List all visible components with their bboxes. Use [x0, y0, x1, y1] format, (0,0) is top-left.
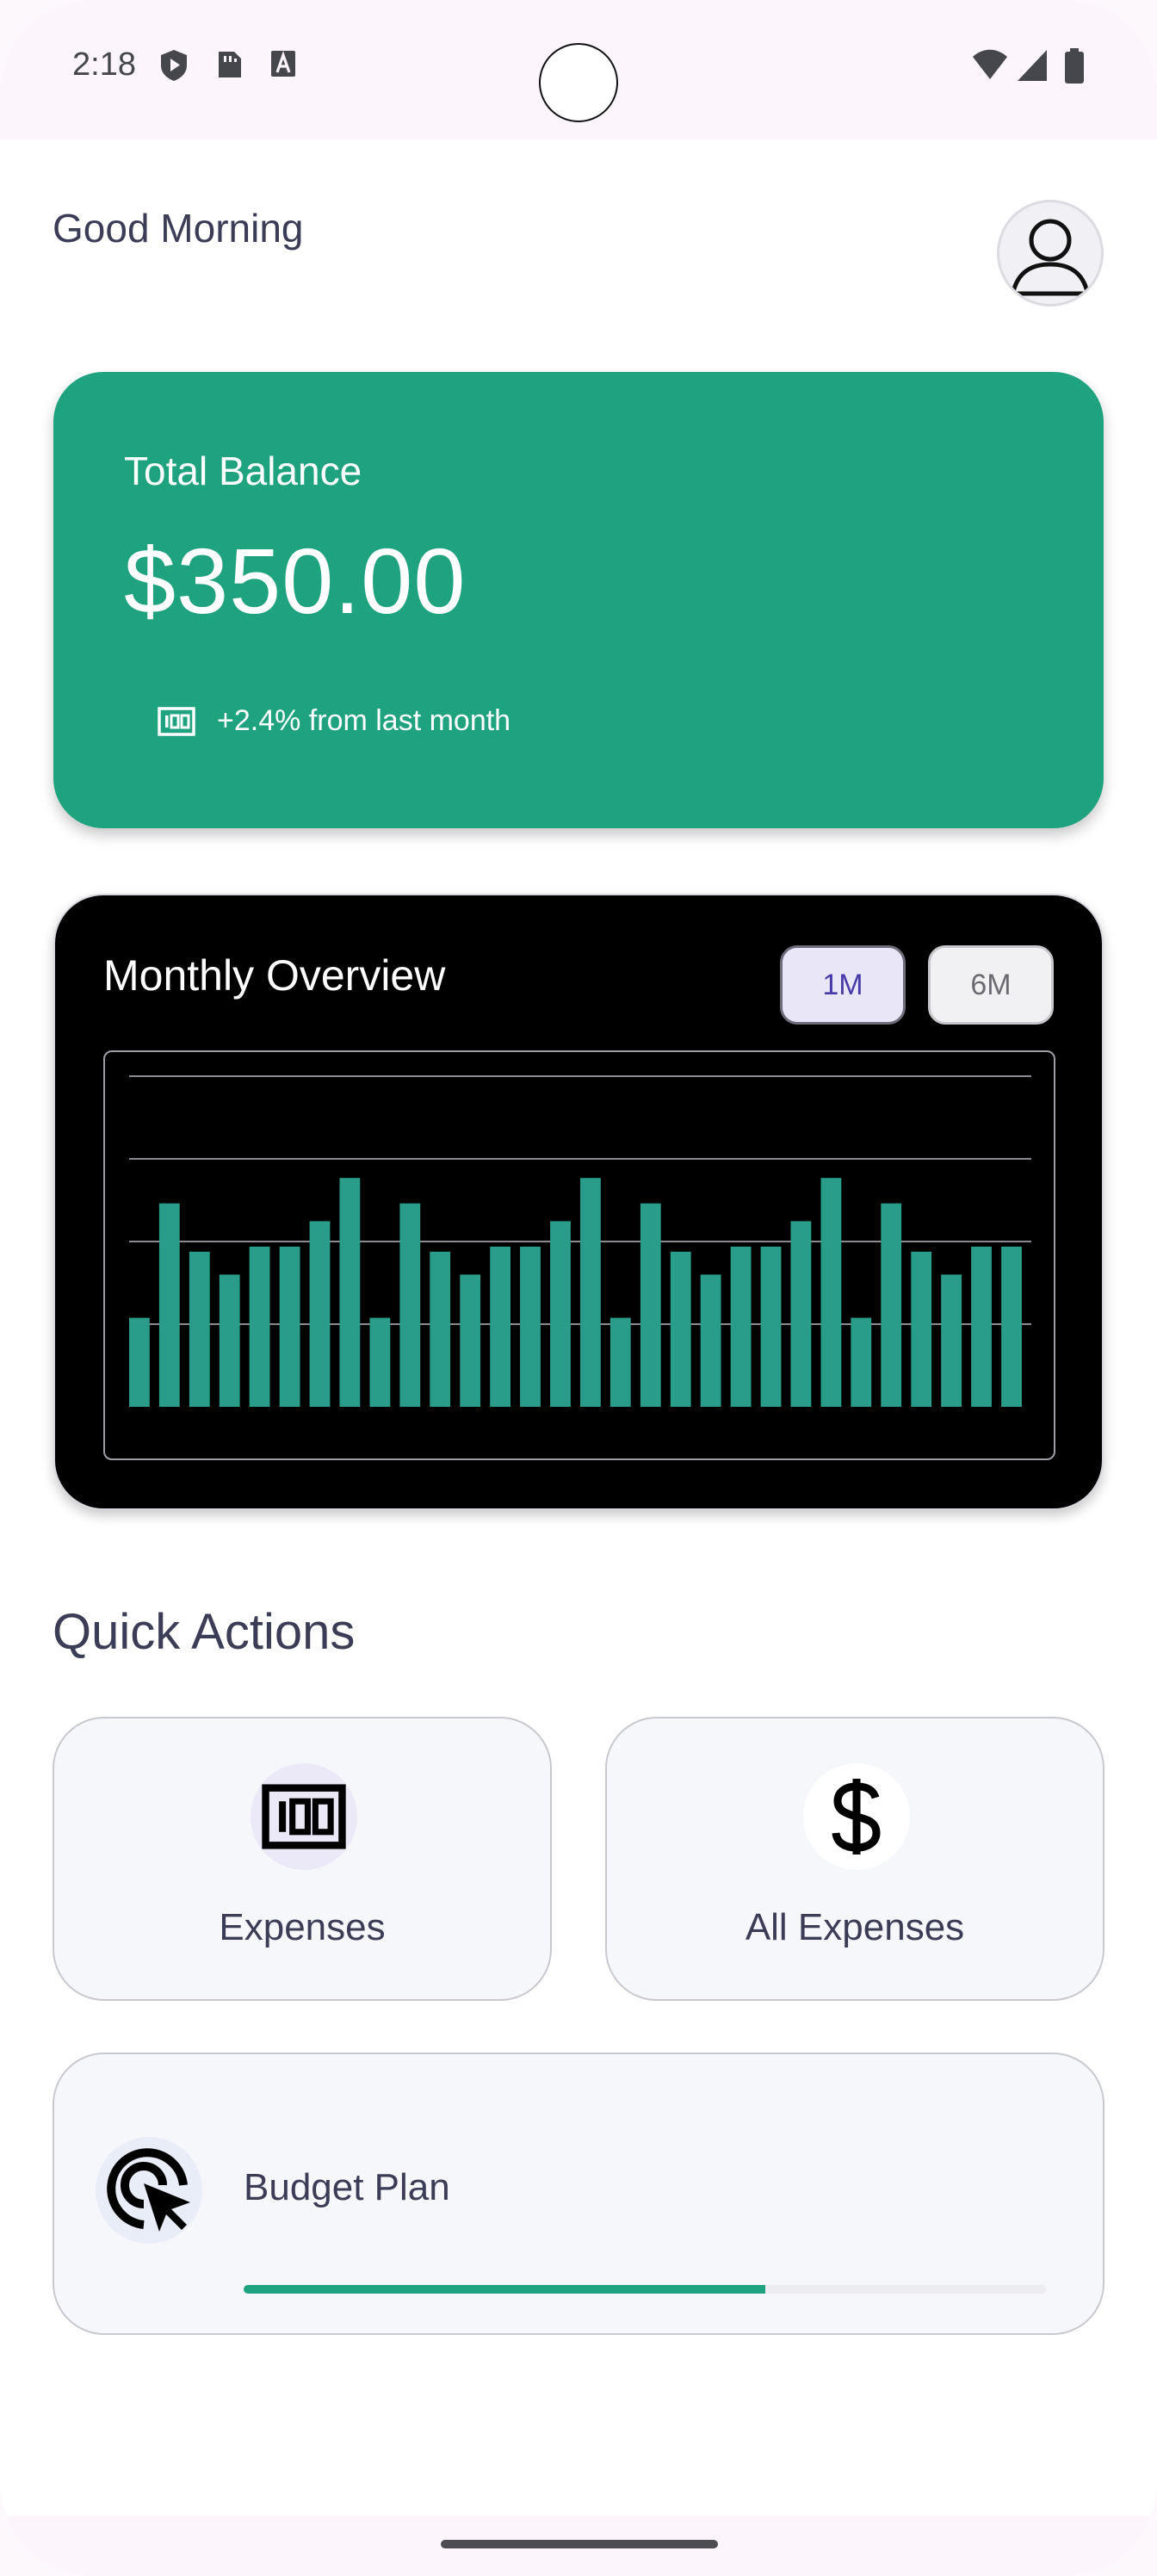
expenses-label: Expenses	[219, 1906, 386, 1948]
chart-bar[interactable]	[580, 1178, 601, 1407]
person-icon	[1011, 219, 1090, 296]
chart-bar[interactable]	[700, 1274, 721, 1407]
range-1m-button[interactable]: 1M	[780, 945, 906, 1025]
money-100-icon	[262, 1784, 346, 1849]
chart-bar[interactable]	[249, 1246, 270, 1407]
chart-bar[interactable]	[820, 1178, 842, 1407]
quick-actions-title: Quick Actions	[53, 1604, 356, 1660]
balance-amount: $350.00	[124, 529, 467, 633]
range-6m-button[interactable]: 6M	[928, 945, 1054, 1025]
expenses-icon-circle	[251, 1763, 357, 1870]
greeting-text: Good Morning	[53, 206, 304, 251]
chart-bar[interactable]	[730, 1246, 752, 1407]
chart-bar[interactable]	[279, 1246, 300, 1407]
chart-bar[interactable]	[520, 1246, 541, 1407]
chart-bar[interactable]	[129, 1317, 150, 1407]
chart-bar[interactable]	[339, 1178, 361, 1407]
trend-text: +2.4% from last month	[217, 704, 511, 737]
money-100-icon	[158, 707, 195, 736]
chart-bar[interactable]	[941, 1274, 962, 1407]
monthly-overview-card: Monthly Overview 1M 6M	[53, 894, 1104, 1510]
chart-bar[interactable]	[460, 1274, 481, 1407]
wifi-icon	[973, 49, 1007, 79]
app-screen: 2:18 Good Morning Total Balance $350.00 …	[0, 0, 1157, 2576]
chart-bar[interactable]	[189, 1251, 210, 1407]
shield-play-icon	[161, 50, 187, 81]
budget-progress-track	[244, 2285, 1046, 2294]
chart-bar[interactable]	[911, 1251, 932, 1407]
camera-cutout	[539, 43, 618, 122]
chart-bar[interactable]	[670, 1251, 691, 1407]
expenses-card[interactable]: Expenses	[53, 1717, 552, 2001]
chart-bar[interactable]	[309, 1221, 331, 1407]
status-time: 2:18	[72, 46, 136, 83]
chart-bar[interactable]	[158, 1203, 180, 1407]
avatar-button[interactable]	[997, 200, 1104, 307]
chart-title: Monthly Overview	[103, 951, 446, 1000]
chart-bar[interactable]	[369, 1317, 391, 1407]
chart-bar[interactable]	[430, 1251, 451, 1407]
chart-bar[interactable]	[609, 1317, 631, 1407]
budget-plan-card[interactable]: Budget Plan	[53, 2053, 1104, 2335]
balance-card[interactable]: Total Balance $350.00 +2.4% from last mo…	[53, 372, 1104, 828]
chart-bar[interactable]	[640, 1203, 661, 1407]
sim-card-icon	[219, 52, 241, 77]
chart-bar[interactable]	[550, 1221, 571, 1407]
chart-plot-area	[103, 1050, 1055, 1460]
chart-bar[interactable]	[851, 1317, 872, 1407]
status-bar: 2:18	[0, 0, 1157, 139]
chart-bar[interactable]	[399, 1203, 421, 1407]
budget-plan-label: Budget Plan	[244, 2166, 450, 2208]
all-expenses-icon-circle	[803, 1763, 910, 1870]
chart-bar[interactable]	[760, 1246, 782, 1407]
chart-bar[interactable]	[971, 1246, 992, 1407]
chart-bar[interactable]	[790, 1221, 812, 1407]
text-a-icon	[271, 51, 295, 77]
chart-bar[interactable]	[490, 1246, 510, 1407]
dollar-icon	[832, 1779, 881, 1855]
cellular-signal-icon	[1018, 50, 1047, 81]
budget-progress-fill	[244, 2285, 765, 2294]
budget-icon-circle	[96, 2137, 202, 2244]
battery-icon	[1065, 48, 1084, 84]
balance-label: Total Balance	[124, 449, 362, 493]
chart-bar[interactable]	[219, 1274, 240, 1407]
chart-bar[interactable]	[1001, 1246, 1022, 1407]
cursor-target-icon	[107, 2148, 190, 2232]
all-expenses-label: All Expenses	[745, 1906, 965, 1948]
all-expenses-card[interactable]: All Expenses	[605, 1717, 1104, 2001]
chart-bar[interactable]	[881, 1203, 902, 1407]
home-indicator[interactable]	[441, 2540, 718, 2548]
bar-chart	[129, 1075, 1031, 1407]
